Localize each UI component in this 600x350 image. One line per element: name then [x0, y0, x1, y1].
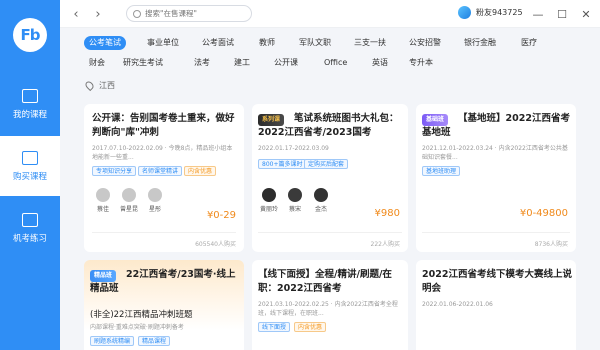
course-card[interactable]: 系列课 笔试系统班图书大礼包：2022江西省考/2023国考 2022.01.1… — [252, 104, 408, 252]
play-icon — [22, 150, 38, 165]
teacher-avatar — [96, 188, 110, 202]
buyer-count: 222人购买 — [370, 241, 400, 248]
category-tag[interactable]: 银行金融 — [459, 36, 501, 50]
category-tag[interactable]: 三支一扶 — [349, 36, 391, 50]
location-label: 江西 — [99, 81, 115, 90]
course-tag: 基地班助理 — [422, 166, 461, 176]
course-tag: 精品课程 — [138, 336, 171, 346]
course-price: ¥0-49800 — [519, 208, 568, 219]
course-title: 22江西省考/23国考·线上精品班 — [90, 269, 236, 294]
course-title: 2022江西省考线下模考大赛线上说明会 — [422, 269, 572, 294]
category-tag[interactable]: 专升本 — [404, 56, 438, 70]
title-bar: ‹ › 粉友943725 — ☐ ✕ — [60, 0, 600, 28]
maximize-icon[interactable]: ☐ — [552, 4, 572, 24]
course-meta: 2021.12.01-2022.03.24 · 内含2022江西省考公共基础知识… — [422, 145, 568, 161]
buyer-count: 8736人购买 — [534, 241, 568, 248]
course-card[interactable]: 精品班 22江西省考/23国考·线上精品班 (非全)22江西精品冲刺班题 内部课… — [84, 260, 244, 350]
category-tag[interactable]: 公考笔试 — [84, 36, 126, 50]
search-input[interactable] — [145, 9, 245, 18]
course-card[interactable]: 公开课：告别国考卷土重来，做好判断向"库"冲刺 2017.07.10-2022.… — [84, 104, 244, 252]
computer-icon — [22, 212, 38, 227]
sidebar-item-label: 我的课程 — [12, 109, 47, 120]
teacher: 星彤 — [144, 188, 166, 213]
buyer-count: 605540人购买 — [195, 241, 236, 248]
location-pin-icon — [83, 79, 96, 92]
teacher: 金杰 — [310, 188, 332, 213]
course-tag: 内含优惠 — [294, 322, 327, 332]
sidebar-item-label: 机考练习 — [12, 233, 47, 244]
divider — [422, 232, 570, 233]
teacher-name: 黄丽玲 — [259, 206, 278, 213]
teacher-name: 蔡佳 — [96, 206, 109, 213]
minimize-icon[interactable]: — — [528, 4, 548, 24]
sidebar-item-my-courses[interactable]: 我的课程 — [0, 74, 60, 134]
course-tag: 定购买后配套 — [304, 159, 349, 169]
divider — [92, 232, 236, 233]
sidebar-item-exam-practice[interactable]: 机考练习 — [0, 198, 60, 258]
teacher-avatar — [314, 188, 328, 202]
teacher-avatar — [288, 188, 302, 202]
course-tag: 名师课堂精讲 — [138, 166, 183, 176]
divider — [258, 232, 402, 233]
course-tag: 专项知识分享 — [92, 166, 137, 176]
category-tag[interactable]: 公考面试 — [197, 36, 239, 50]
category-tag[interactable]: 公开课 — [269, 56, 303, 70]
teacher-name: 曾星昆 — [119, 206, 138, 213]
location-filter[interactable]: 江西 — [83, 79, 115, 92]
course-title: 公开课：告别国考卷土重来，做好判断向"库"冲刺 — [92, 113, 235, 138]
sidebar: Fb 我的课程 购买课程 机考练习 — [0, 0, 60, 350]
category-tag[interactable]: 法考 — [189, 56, 215, 70]
teacher-avatar — [262, 188, 276, 202]
teacher: 蔡佳 — [92, 188, 114, 213]
course-tag: 刷题系统精编 — [90, 336, 135, 346]
course-meta: 2022.01.06-2022.01.06 — [422, 301, 493, 308]
category-tag[interactable]: Office — [319, 56, 352, 70]
course-title: 【线下面授】全程/精讲/刷题/在职：2022江西省考 — [258, 269, 392, 294]
course-title: 笔试系统班图书大礼包：2022江西省考/2023国考 — [258, 113, 399, 138]
search-box[interactable] — [126, 5, 252, 22]
teacher-name: 蔡宋 — [288, 206, 301, 213]
category-tag[interactable]: 军队文职 — [294, 36, 336, 50]
course-tag: 线下面授 — [258, 322, 291, 332]
teacher: 黄丽玲 — [258, 188, 280, 213]
course-title: 【基地班】2022江西省考基地班 — [422, 113, 570, 138]
category-tag[interactable]: 教师 — [254, 36, 280, 50]
course-meta: 2021.03.10-2022.02.25 · 内含2022江西省考全程班，线下… — [258, 301, 398, 317]
username: 粉友943725 — [476, 8, 523, 17]
course-subtitle: (非全)22江西精品冲刺班题 — [90, 310, 193, 320]
category-tag[interactable]: 财会 — [84, 56, 110, 70]
category-tag[interactable]: 研究生考试 — [118, 56, 168, 70]
course-meta: 内部课程·重难点突破·刷题冲刺备考 — [90, 324, 184, 331]
teacher-name: 金杰 — [314, 206, 327, 213]
course-meta: 2022.01.17-2022.03.09 — [258, 145, 329, 152]
forward-icon[interactable]: › — [88, 4, 108, 24]
sidebar-item-buy-courses[interactable]: 购买课程 — [0, 136, 60, 196]
back-icon[interactable]: ‹ — [66, 4, 86, 24]
course-price: ¥980 — [374, 208, 400, 219]
course-tag: 内含优惠 — [184, 166, 217, 176]
teacher-avatar — [148, 188, 162, 202]
close-icon[interactable]: ✕ — [576, 4, 596, 24]
category-tag[interactable]: 英语 — [367, 56, 393, 70]
course-card[interactable]: 2022江西省考线下模考大赛线上说明会 2022.01.06-2022.01.0… — [416, 260, 576, 350]
category-tag[interactable]: 事业单位 — [142, 36, 184, 50]
category-tag[interactable]: 医疗 — [516, 36, 542, 50]
teacher: 蔡宋 — [284, 188, 306, 213]
teacher-name: 星彤 — [148, 206, 161, 213]
user-info[interactable]: 粉友943725 — [458, 6, 523, 19]
book-icon — [22, 88, 38, 103]
course-meta: 2017.07.10-2022.02.09 · 今晚8点，精品班小组本地能新一些… — [92, 145, 233, 161]
search-icon — [133, 9, 141, 18]
teacher: 曾星昆 — [118, 188, 140, 213]
teacher-avatar — [122, 188, 136, 202]
category-tag[interactable]: 建工 — [229, 56, 255, 70]
course-card[interactable]: 【线下面授】全程/精讲/刷题/在职：2022江西省考 2021.03.10-20… — [252, 260, 408, 350]
category-tag[interactable]: 公安招警 — [404, 36, 446, 50]
app-logo[interactable]: Fb — [13, 18, 47, 52]
avatar — [458, 6, 471, 19]
course-price: ¥0-29 — [206, 210, 236, 221]
course-card[interactable]: 基础班 【基地班】2022江西省考基地班 2021.12.01-2022.03.… — [416, 104, 576, 252]
course-tag: 800+篇多课时 — [258, 159, 307, 169]
sidebar-item-label: 购买课程 — [12, 171, 47, 182]
